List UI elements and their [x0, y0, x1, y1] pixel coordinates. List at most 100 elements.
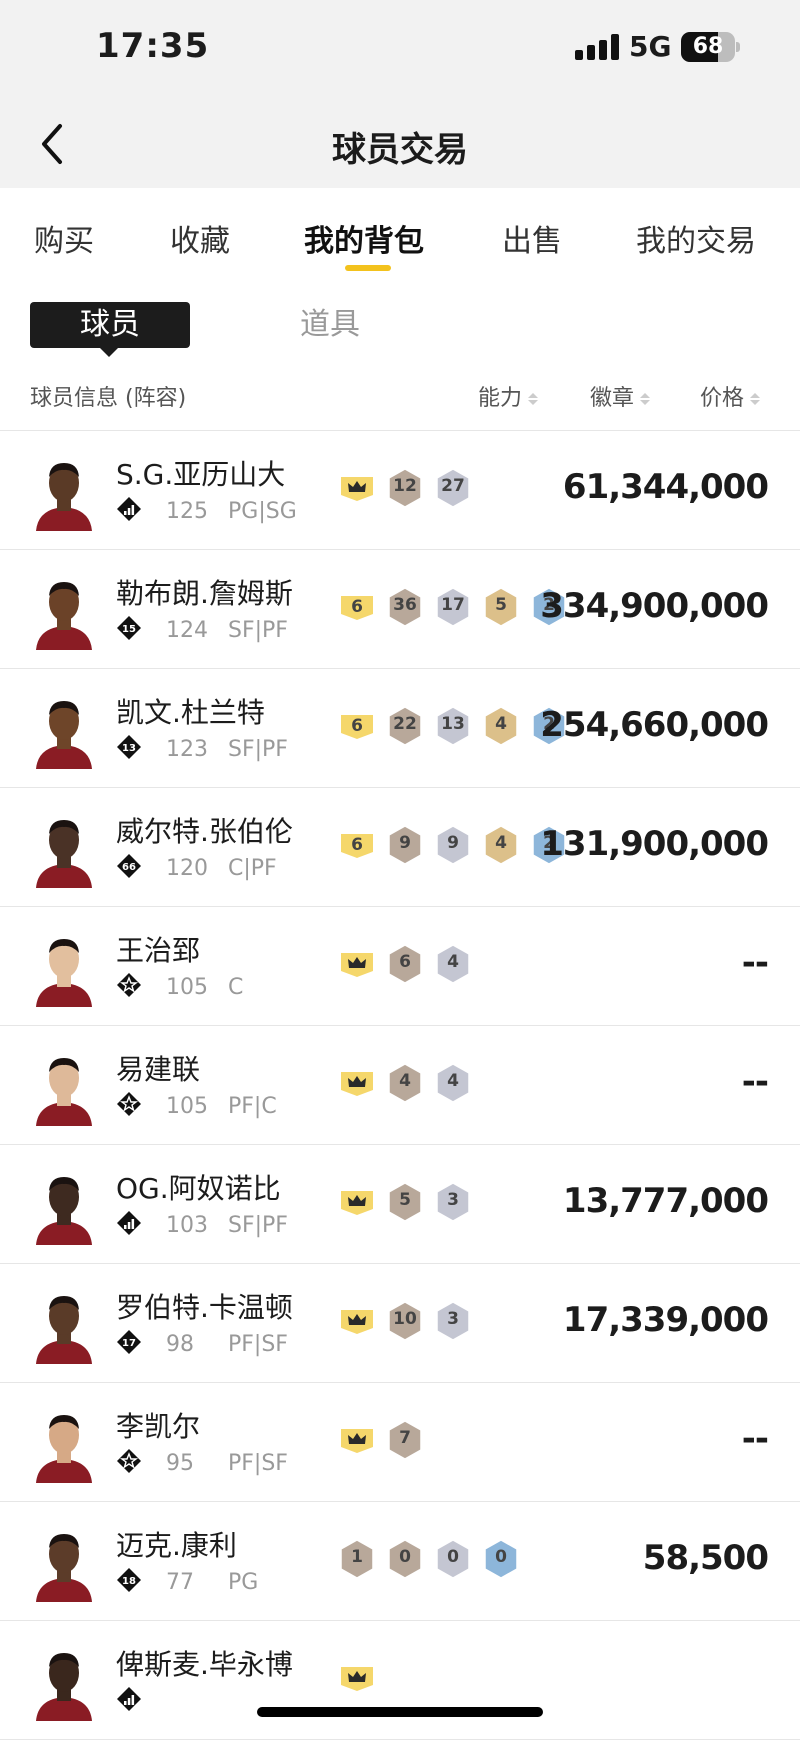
tab-my-trades[interactable]: 我的交易: [636, 216, 756, 260]
ability-bars-icon: [116, 1210, 142, 1236]
bronze-badge: 1: [338, 1538, 376, 1580]
silver-badge: 13: [434, 705, 472, 747]
player-row[interactable]: 勒布朗.詹姆斯 15 124 SF|PF 6 36 17 5 2 334,900,000: [0, 550, 800, 669]
header-ability-label: 能力: [478, 386, 523, 411]
player-row[interactable]: 罗伯特.卡温顿 17 98 PF|SF 10 3 17,339,000: [0, 1264, 800, 1383]
badge-count: 6: [351, 597, 363, 617]
battery-tip: [736, 42, 740, 52]
signal-icon: [575, 34, 619, 60]
crown-badge-icon: [338, 1181, 376, 1223]
badge-count: 4: [447, 1071, 459, 1091]
svg-text:15: 15: [122, 624, 136, 635]
header-player-info: 球员信息 (阵容): [30, 386, 187, 411]
player-row[interactable]: 俾斯麦.毕永博: [0, 1621, 800, 1740]
player-position: C|PF: [228, 856, 277, 881]
player-row[interactable]: OG.阿奴诺比 103 SF|PF 5 3 13,777,000: [0, 1145, 800, 1264]
player-price: 131,900,000: [540, 824, 769, 864]
silver-badge: 3: [434, 1300, 472, 1342]
segment-items[interactable]: 道具: [265, 302, 395, 348]
player-row[interactable]: 易建联 105 PF|C 4 4 --: [0, 1026, 800, 1145]
network-type: 5G: [629, 30, 672, 63]
silver-badge: 3: [434, 1181, 472, 1223]
player-position: PG: [228, 1570, 259, 1595]
player-name: 罗伯特.卡温顿: [116, 1291, 293, 1324]
player-rating: 124: [166, 618, 208, 643]
crown-badge-icon: [338, 1657, 376, 1699]
player-position: SF|PF: [228, 618, 288, 643]
bronze-badge: 22: [386, 705, 424, 747]
sort-icon: [750, 388, 761, 410]
crown-badge-icon: [338, 1300, 376, 1342]
player-rating: 98: [166, 1332, 194, 1357]
tab-favorites[interactable]: 收藏: [170, 216, 230, 260]
tab-sell[interactable]: 出售: [502, 216, 562, 260]
player-row[interactable]: S.G.亚历山大 125 PG|SG 12 27 61,344,000: [0, 431, 800, 550]
number-badge: 6: [338, 824, 376, 866]
badge-count: 6: [351, 716, 363, 736]
header-price-sort[interactable]: 价格: [700, 380, 761, 412]
player-rating: 103: [166, 1213, 208, 1238]
player-rating: 105: [166, 1094, 208, 1119]
badge-count: 13: [441, 714, 465, 734]
star-icon: [116, 972, 142, 998]
badge-count: 5: [399, 1190, 411, 1210]
crown-badge-icon: [338, 1062, 376, 1104]
badge-count: 9: [399, 833, 411, 853]
bronze-badge: 4: [386, 1062, 424, 1104]
player-name: 迈克.康利: [116, 1529, 237, 1562]
number-badge: 6: [338, 705, 376, 747]
player-name: S.G.亚历山大: [116, 458, 286, 491]
blue-badge: 0: [482, 1538, 520, 1580]
bronze-badge: 10: [386, 1300, 424, 1342]
badge-count: 6: [351, 835, 363, 855]
ability-bars-icon: [116, 1686, 142, 1712]
svg-text:66: 66: [122, 862, 136, 873]
badge-count: 7: [399, 1428, 411, 1448]
player-price: 254,660,000: [540, 705, 769, 745]
player-position: SF|PF: [228, 1213, 288, 1238]
badge-count: 5: [495, 595, 507, 615]
star-icon: [116, 1448, 142, 1474]
player-position: SF|PF: [228, 737, 288, 762]
bronze-badge: 6: [386, 943, 424, 985]
bronze-badge: 5: [386, 1181, 424, 1223]
player-avatar: [30, 1046, 98, 1126]
silver-badge: 4: [434, 1062, 472, 1104]
silver-badge: 9: [434, 824, 472, 866]
badge-count: 4: [495, 714, 507, 734]
svg-text:17: 17: [122, 1338, 136, 1349]
player-price: --: [741, 943, 769, 983]
gold-badge: 4: [482, 705, 520, 747]
active-tab-indicator: [345, 265, 391, 271]
player-row[interactable]: 王治郅 105 C 6 4 --: [0, 907, 800, 1026]
header-badge-sort[interactable]: 徽章: [590, 380, 651, 412]
header-ability-sort[interactable]: 能力: [478, 380, 539, 412]
player-row[interactable]: 威尔特.张伯伦 66 120 C|PF 6 9 9 4 2 131,900,000: [0, 788, 800, 907]
silver-badge: 0: [434, 1538, 472, 1580]
player-price: 17,339,000: [562, 1300, 769, 1340]
tab-my-backpack[interactable]: 我的背包: [304, 216, 424, 260]
player-rating: 77: [166, 1570, 194, 1595]
sort-icon: [528, 388, 539, 410]
player-name: 威尔特.张伯伦: [116, 815, 293, 848]
player-name: 易建联: [116, 1053, 201, 1086]
player-avatar: [30, 927, 98, 1007]
bronze-badge: 12: [386, 467, 424, 509]
player-position: PF|SF: [228, 1451, 288, 1476]
player-avatar: [30, 1165, 98, 1245]
player-row[interactable]: 迈克.康利 18 77 PG 1 0 0 0 58,500: [0, 1502, 800, 1621]
player-row[interactable]: 凯文.杜兰特 13 123 SF|PF 6 22 13 4 2 254,660,000: [0, 669, 800, 788]
player-row[interactable]: 李凯尔 95 PF|SF 7 --: [0, 1383, 800, 1502]
tab-buy[interactable]: 购买: [34, 216, 94, 260]
home-indicator: [257, 1707, 543, 1717]
status-time: 17:35: [96, 26, 210, 66]
segment-players[interactable]: 球员: [30, 302, 190, 357]
badge-count: 10: [393, 1309, 417, 1329]
crown-badge-icon: [338, 1419, 376, 1461]
badge-count: 9: [447, 833, 459, 853]
page-title: 球员交易: [332, 130, 468, 170]
badge-count: 0: [447, 1547, 459, 1567]
player-avatar: [30, 451, 98, 531]
number-badge: 6: [338, 586, 376, 628]
player-name: 勒布朗.詹姆斯: [116, 577, 293, 610]
